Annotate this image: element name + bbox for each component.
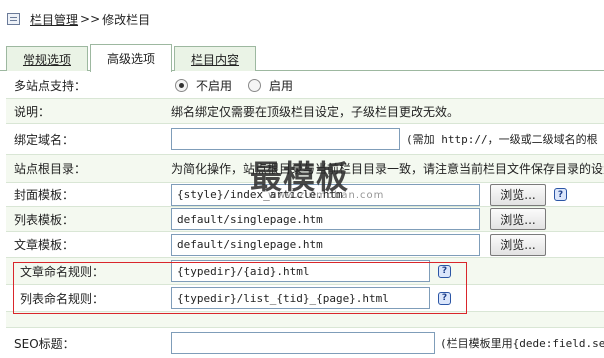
question-mark-icon[interactable]: ? [554,188,567,201]
tab-advanced[interactable]: 高级选项 [90,44,172,72]
tab-general-label: 常规选项 [22,52,71,67]
bind-domain-hint: (需加 http://，一级或二级域名的根 [406,133,598,146]
site-root-label: 站点根目录： [14,162,87,176]
row-seo-title: SEO标题： (栏目模板里用{dede:field.seo [6,328,604,358]
list-naming-label: 列表命名规则： [20,291,105,306]
site-root-text: 为简化操作，站点根目录与当前栏目目录一致，请注意当前栏目文件保存目录的设置 [171,162,604,176]
article-naming-input[interactable]: {typedir}/{aid}.html [171,260,430,282]
radio-disable[interactable] [175,78,188,92]
question-mark-icon[interactable]: ? [438,291,451,305]
seo-title-label: SEO标题： [14,336,75,351]
row-bind-domain: 绑定域名： (需加 http://，一级或二级域名的根 [6,124,604,155]
home-icon [6,12,22,26]
row-multisite: 多站点支持： 不启用 启用 [6,72,604,99]
note-label: 说明： [14,104,51,119]
tab-general[interactable]: 常规选项 [6,46,88,71]
article-template-browse-button[interactable]: 浏览... [490,233,546,256]
seo-title-hint: (栏目模板里用{dede:field.seo [440,337,604,350]
list-template-input[interactable]: default/singlepage.htm [171,208,480,230]
radio-enable-label: 启用 [269,78,294,93]
watermark-url: www.zuimoban.com [268,190,385,201]
multisite-label: 多站点支持： [14,78,87,93]
cover-template-label: 封面模板： [14,188,75,202]
question-mark-icon[interactable]: ? [438,264,451,278]
radio-enable[interactable] [248,78,262,92]
tab-bar: 常规选项 高级选项 栏目内容 [0,44,604,72]
breadcrumb-section-link[interactable]: 栏目管理 [30,11,78,28]
cover-template-browse-button[interactable]: 浏览... [490,183,546,206]
tab-content-label: 栏目内容 [190,52,239,67]
list-naming-input[interactable]: {typedir}/list_{tid}_{page}.html [171,287,430,309]
article-naming-label: 文章命名规则： [20,264,105,279]
breadcrumb-current: 修改栏目 [102,12,151,27]
radio-disable-label: 不启用 [196,78,233,93]
list-template-label: 列表模板： [14,212,75,227]
row-article-template: 文章模板： default/singlepage.htm 浏览... [6,232,604,258]
row-spacer [6,312,604,328]
row-list-naming: 列表命名规则： {typedir}/list_{tid}_{page}.html… [6,285,604,312]
row-list-template: 列表模板： default/singlepage.htm 浏览... [6,207,604,232]
note-text: 绑名绑定仅需要在顶级栏目设定，子级栏目更改无效。 [171,104,460,119]
seo-title-input[interactable] [171,332,435,354]
breadcrumb-separator: >> [80,12,101,26]
article-template-label: 文章模板： [14,238,75,252]
row-article-naming: 文章命名规则： {typedir}/{aid}.html ? [6,258,604,285]
bind-domain-input[interactable] [171,128,400,150]
row-note: 说明： 绑名绑定仅需要在顶级栏目设定，子级栏目更改无效。 [6,99,604,124]
list-template-browse-button[interactable]: 浏览... [490,208,546,230]
breadcrumb: 栏目管理 >> 修改栏目 [6,6,150,32]
article-template-input[interactable]: default/singlepage.htm [171,233,480,256]
tab-content[interactable]: 栏目内容 [174,46,256,71]
tab-advanced-label: 高级选项 [106,52,155,66]
bind-domain-label: 绑定域名： [14,132,75,147]
